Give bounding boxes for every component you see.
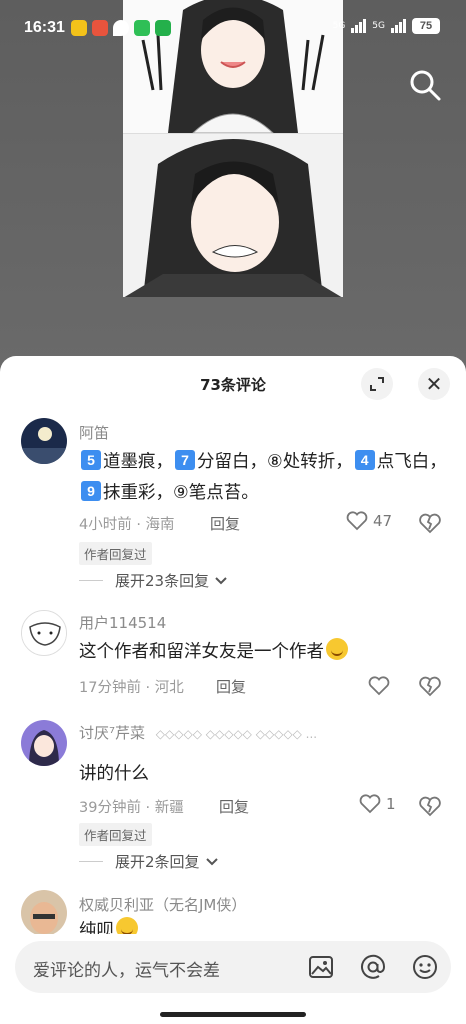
like-button[interactable]: 1 bbox=[359, 794, 396, 814]
expand-sheet-button[interactable] bbox=[361, 368, 393, 400]
mention-icon[interactable] bbox=[360, 954, 386, 980]
smile-emoji-icon bbox=[326, 638, 348, 660]
status-bar: 16:31 5G 5G 75 bbox=[0, 0, 466, 56]
username-decoration: ◇◇◇◇◇ ◇◇◇◇◇ ◇◇◇◇◇ ... bbox=[155, 727, 318, 741]
comment-item: 用户114514 这个作者和留洋女友是一个作者 17分钟前 · 河北 回复 bbox=[0, 608, 466, 698]
number-emoji: 7 bbox=[175, 450, 195, 470]
comment-item: 阿笛 5 道墨痕， 7 分留白，⑧处转折， 4 点飞白， 9 抹重彩，⑨笔点苔。 4小时前 ·… bbox=[0, 418, 466, 591]
expand-replies-label: 展开2条回复 bbox=[115, 853, 200, 871]
comment-meta: 4小时前 · 海南 bbox=[79, 517, 175, 533]
comment-input-bar[interactable]: 爱评论的人，运气不会差 bbox=[15, 941, 451, 993]
comment-text-body: 纯呗 bbox=[79, 921, 114, 934]
like-count: 1 bbox=[386, 795, 396, 813]
status-time: 16:31 bbox=[24, 19, 65, 36]
like-button[interactable]: 47 bbox=[346, 511, 392, 531]
expand-replies-label: 展开23条回复 bbox=[115, 572, 210, 590]
broken-heart-icon[interactable] bbox=[418, 512, 442, 536]
divider-line bbox=[79, 861, 103, 862]
map-pin-icon bbox=[113, 20, 129, 36]
number-emoji: 9 bbox=[81, 481, 101, 501]
image-icon[interactable] bbox=[308, 954, 334, 980]
expand-replies-button[interactable]: 展开2条回复 bbox=[79, 851, 220, 872]
home-indicator bbox=[160, 1012, 306, 1017]
post-media-area: 16:31 5G 5G 75 bbox=[0, 0, 466, 370]
author-replied-badge: 作者回复过 bbox=[79, 542, 152, 565]
comment-username[interactable]: 权威贝利亚（无名JM侠） bbox=[79, 894, 246, 915]
signal-2-icon bbox=[391, 19, 406, 33]
signal-1-label: 5G bbox=[332, 21, 346, 31]
divider-line bbox=[79, 580, 103, 581]
heart-icon bbox=[346, 511, 368, 531]
broken-heart-icon[interactable] bbox=[418, 675, 442, 699]
comment-text-part: 道墨痕， bbox=[103, 452, 173, 472]
comment-meta: 39分钟前 · 新疆 bbox=[79, 800, 184, 816]
expand-icon bbox=[370, 377, 384, 391]
wechat-icon bbox=[155, 20, 171, 36]
heart-icon[interactable] bbox=[368, 676, 390, 696]
laugh-cry-emoji-icon bbox=[116, 917, 138, 934]
number-emoji: 4 bbox=[354, 450, 375, 470]
comment-item: 讨厌⁷芹菜 ◇◇◇◇◇ ◇◇◇◇◇ ◇◇◇◇◇ ... 讲的什么 39分钟前 ·… bbox=[0, 718, 466, 878]
comment-item: 权威贝利亚（无名JM侠） 纯呗 bbox=[0, 890, 466, 934]
avatar[interactable] bbox=[21, 418, 67, 464]
comment-username[interactable]: 阿笛 bbox=[79, 422, 109, 443]
signal-1-icon bbox=[351, 19, 367, 33]
comments-sheet: 73条评论 ✕ 阿笛 5 道墨痕， 7 分留白，⑧处转折， 4 点飞白， 9 抹重彩，⑨笔点苔… bbox=[0, 356, 466, 1024]
comment-meta: 17分钟前 · 河北 bbox=[79, 680, 184, 696]
comment-text-body: 这个作者和留洋女友是一个作者 bbox=[79, 642, 324, 662]
heart-icon bbox=[359, 794, 381, 814]
phone-icon bbox=[134, 20, 150, 36]
status-right: 5G 5G 75 bbox=[333, 18, 440, 34]
comment-username[interactable]: 用户114514 bbox=[79, 612, 166, 633]
comment-username[interactable]: 讨厌⁷芹菜 ◇◇◇◇◇ ◇◇◇◇◇ ◇◇◇◇◇ ... bbox=[79, 722, 317, 743]
like-count: 47 bbox=[373, 512, 393, 530]
reply-button[interactable]: 回复 bbox=[216, 676, 246, 697]
chevron-down-icon bbox=[205, 857, 218, 865]
notification-icons bbox=[71, 20, 171, 36]
battery-icon: 75 bbox=[412, 18, 440, 34]
comment-username-text: 讨厌⁷芹菜 bbox=[79, 724, 146, 742]
comment-text: 这个作者和留洋女友是一个作者 bbox=[79, 637, 449, 668]
avatar[interactable] bbox=[21, 720, 67, 766]
broken-heart-icon[interactable] bbox=[418, 795, 442, 819]
note-app-icon bbox=[71, 20, 87, 36]
post-image-bottom-panel bbox=[123, 133, 343, 297]
comment-text-part: 抹重彩，⑨笔点苔。 bbox=[103, 483, 259, 503]
search-icon[interactable] bbox=[408, 68, 442, 102]
comment-text-part: 分留白，⑧处转折， bbox=[197, 452, 353, 472]
avatar[interactable] bbox=[21, 610, 67, 656]
comment-text: 讲的什么 bbox=[79, 764, 149, 784]
signal-2-label: 5G bbox=[372, 21, 385, 31]
avatar[interactable] bbox=[21, 890, 67, 934]
emoji-icon[interactable] bbox=[412, 954, 438, 980]
comment-text: 纯呗 bbox=[79, 916, 449, 934]
close-icon: ✕ bbox=[425, 372, 443, 396]
number-emoji: 5 bbox=[81, 450, 101, 470]
comments-count-title: 73条评论 bbox=[200, 376, 266, 394]
reply-button[interactable]: 回复 bbox=[219, 796, 249, 817]
author-replied-badge: 作者回复过 bbox=[79, 823, 152, 846]
reply-button[interactable]: 回复 bbox=[210, 513, 240, 534]
chevron-down-icon bbox=[215, 576, 227, 584]
comment-text: 5 道墨痕， 7 分留白，⑧处转折， 4 点飞白， 9 抹重彩，⑨笔点苔。 bbox=[79, 447, 449, 509]
comment-input-placeholder[interactable]: 爱评论的人，运气不会差 bbox=[33, 956, 220, 981]
game-app-icon bbox=[92, 20, 108, 36]
comment-text-part: 点飞白， bbox=[376, 452, 447, 472]
close-sheet-button[interactable]: ✕ bbox=[418, 368, 450, 400]
expand-replies-button[interactable]: 展开23条回复 bbox=[79, 570, 229, 591]
